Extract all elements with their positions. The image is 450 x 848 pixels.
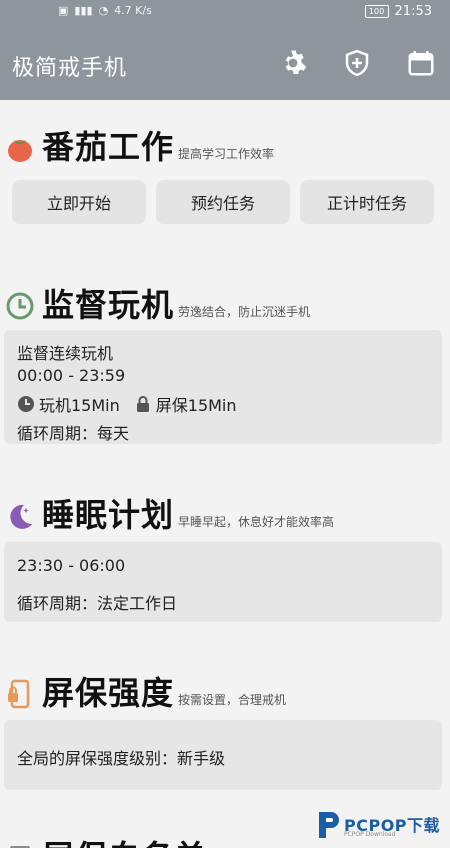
list-icon [4, 842, 36, 848]
count-up-task-button[interactable]: 正计时任务 [300, 180, 434, 224]
section-title: 屏保白名单 [42, 832, 207, 848]
sim-icon: ▣ [58, 4, 69, 17]
status-left: ▣ ▮▮▮ ◔ 4.7 K/s [58, 4, 152, 17]
card-time-range: 00:00 - 23:59 [17, 366, 126, 385]
supervise-card[interactable]: 监督连续玩机 00:00 - 23:59 玩机15Min 屏保15Min 循环周… [4, 330, 442, 444]
status-bar: ▣ ▮▮▮ ◔ 4.7 K/s 100 21:53 [0, 0, 450, 28]
section-title: 监督玩机 [42, 286, 175, 324]
section-supervise: 监督玩机 劳逸结合，防止沉迷手机 监督连续玩机 00:00 - 23:59 玩机… [0, 270, 450, 450]
app-bar: 极简戒手机 [0, 28, 450, 100]
section-header: 屏保白名单 [4, 832, 207, 848]
status-time: 21:53 [394, 4, 432, 19]
section-title: 番茄工作 [42, 128, 175, 166]
section-header: 监督玩机 劳逸结合，防止沉迷手机 [4, 280, 310, 326]
card-time-range: 23:30 - 06:00 [17, 556, 126, 575]
strength-card[interactable]: 全局的屏保强度级别：新手级 [4, 720, 442, 790]
main-content: 番茄工作 提高学习工作效率 立即开始 预约任务 正计时任务 监督玩机 劳逸结合，… [0, 100, 450, 848]
status-right: 100 21:53 [364, 4, 432, 19]
card-cycle: 循环周期：每天 [17, 424, 130, 443]
pomodoro-buttons: 立即开始 预约任务 正计时任务 [12, 180, 434, 224]
wifi-icon: ◔ [98, 4, 109, 17]
play-limit: 玩机15Min [39, 396, 120, 415]
strength-level: 全局的屏保强度级别：新手级 [17, 749, 226, 768]
moon-icon [4, 500, 36, 532]
card-limits: 玩机15Min 屏保15Min [17, 392, 237, 416]
calendar-icon[interactable] [406, 48, 436, 78]
watermark-logo: PCPOP下载 PCPOP Download [310, 800, 450, 848]
section-header: 番茄工作 提高学习工作效率 [4, 122, 274, 168]
section-subtitle: 劳逸结合，防止沉迷手机 [178, 305, 311, 319]
lock-limit: 屏保15Min [155, 396, 237, 415]
lock-icon [134, 395, 152, 413]
sleep-card[interactable]: 23:30 - 06:00 循环周期：法定工作日 [4, 542, 442, 622]
section-header: 屏保强度 按需设置，合理戒机 [4, 668, 286, 714]
start-now-button[interactable]: 立即开始 [12, 180, 146, 224]
section-pomodoro: 番茄工作 提高学习工作效率 立即开始 预约任务 正计时任务 [0, 100, 450, 240]
signal-icon: ▮▮▮ [74, 4, 93, 17]
tomato-icon [4, 132, 36, 164]
clock-icon [17, 395, 35, 413]
phone-lock-icon [4, 678, 36, 710]
card-cycle: 循环周期：法定工作日 [17, 594, 178, 613]
section-title: 屏保强度 [42, 674, 175, 712]
section-header: 睡眠计划 早睡早起，休息好才能效率高 [4, 490, 334, 536]
section-title: 睡眠计划 [42, 496, 175, 534]
card-name: 监督连续玩机 [17, 344, 114, 363]
section-subtitle: 早睡早起，休息好才能效率高 [178, 515, 335, 529]
battery-icon: 100 [364, 5, 389, 18]
app-title: 极简戒手机 [12, 56, 128, 81]
section-sleep: 睡眠计划 早睡早起，休息好才能效率高 23:30 - 06:00 循环周期：法定… [0, 480, 450, 630]
section-subtitle: 提高学习工作效率 [178, 147, 275, 161]
shield-plus-icon[interactable] [342, 48, 372, 78]
gear-icon[interactable] [278, 48, 308, 78]
section-subtitle: 按需设置，合理戒机 [178, 693, 287, 707]
watermark-sub: PCPOP Download [344, 831, 396, 838]
pcpop-logo-icon [316, 808, 342, 842]
network-speed: 4.7 K/s [114, 4, 152, 17]
section-strength: 屏保强度 按需设置，合理戒机 全局的屏保强度级别：新手级 [0, 660, 450, 800]
schedule-task-button[interactable]: 预约任务 [156, 180, 290, 224]
clock-icon [4, 290, 36, 322]
